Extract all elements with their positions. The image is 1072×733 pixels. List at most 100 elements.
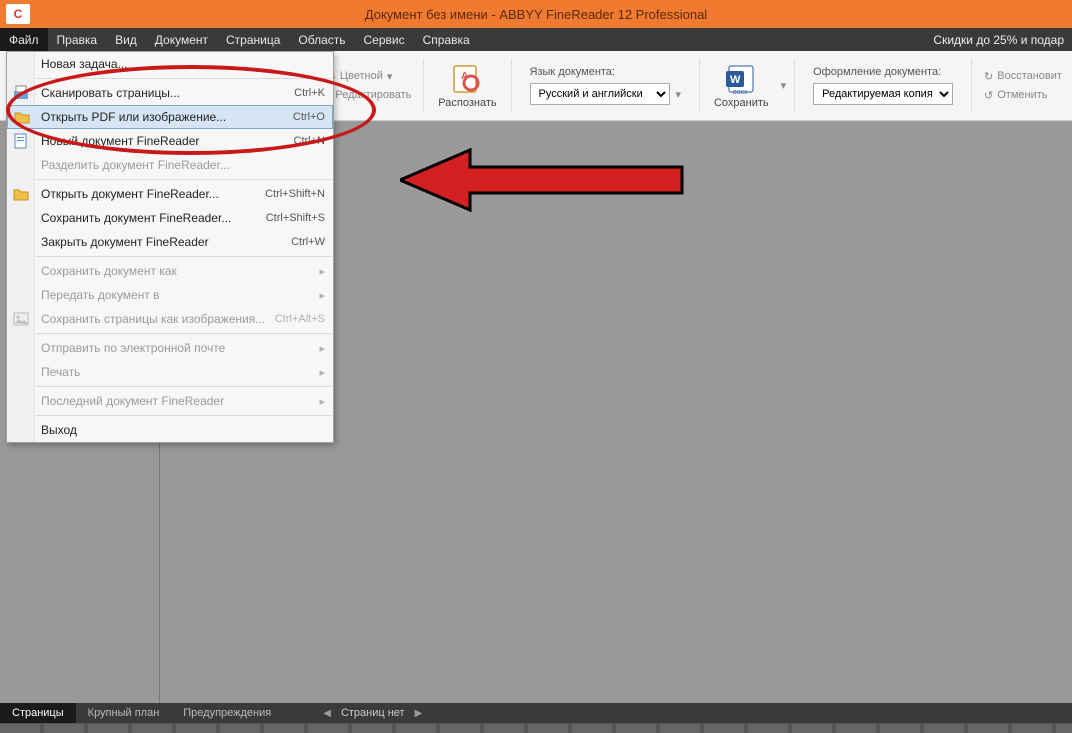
recognize-group[interactable]: A Распознать xyxy=(432,55,502,116)
svg-text:DOCX: DOCX xyxy=(733,90,748,95)
toolbar-sep-3 xyxy=(699,59,700,112)
menu-save-pages-as-images: Сохранить страницы как изображения... Ct… xyxy=(7,307,333,331)
undo-icon: ↺ xyxy=(984,89,993,102)
menu-help[interactable]: Справка xyxy=(414,28,479,51)
next-page-icon[interactable]: ▶ xyxy=(415,708,423,719)
chevron-down-icon: ▾ xyxy=(387,70,393,83)
save-chevron-icon[interactable]: ▾ xyxy=(781,79,787,92)
menu-item-label: Отправить по электронной почте xyxy=(41,341,311,355)
redo-icon: ↻ xyxy=(984,70,993,83)
language-group: Язык документа: Русский и английски ▾ xyxy=(520,55,692,116)
app-icon: C xyxy=(6,4,30,24)
menu-open-fr-document[interactable]: Открыть документ FineReader... Ctrl+Shif… xyxy=(7,182,333,206)
menu-exit[interactable]: Выход xyxy=(7,418,333,442)
menu-recent-document: Последний документ FineReader ▸ xyxy=(7,389,333,413)
menu-new-fr-document[interactable]: Новый документ FineReader Ctrl+N xyxy=(7,129,333,153)
menu-sep xyxy=(37,256,331,257)
submenu-chevron-icon: ▸ xyxy=(319,265,325,278)
menu-new-task[interactable]: Новая задача... xyxy=(7,52,333,76)
menu-save-as: Сохранить документ как ▸ xyxy=(7,259,333,283)
menu-sep xyxy=(37,386,331,387)
word-icon: WDOCX xyxy=(725,63,757,95)
menu-split-document: Разделить документ FineReader... xyxy=(7,153,333,177)
svg-text:A: A xyxy=(461,71,468,82)
status-tab-zoom[interactable]: Крупный план xyxy=(76,703,172,723)
undo-button[interactable]: ↺ Отменить xyxy=(984,89,1062,102)
menu-item-label: Закрыть документ FineReader xyxy=(41,235,283,249)
history-group: ↻ Восстановит ↺ Отменить xyxy=(980,55,1066,116)
prev-page-icon[interactable]: ◀ xyxy=(323,708,331,719)
menu-item-label: Выход xyxy=(41,423,325,437)
scanner-icon xyxy=(12,84,30,102)
menu-item-label: Новая задача... xyxy=(41,57,325,71)
menu-edit[interactable]: Правка xyxy=(48,28,107,51)
submenu-chevron-icon: ▸ xyxy=(319,289,325,302)
folder-open-icon xyxy=(13,108,31,126)
menu-item-shortcut: Ctrl+O xyxy=(293,111,325,123)
menu-file[interactable]: Файл xyxy=(0,28,48,51)
save-group[interactable]: WDOCX Сохранить xyxy=(708,55,775,116)
toolbar-sep-4 xyxy=(794,59,795,112)
recognize-label: Распознать xyxy=(438,97,496,109)
edit-mode-label: Редактировать xyxy=(335,89,411,101)
menu-save-fr-document[interactable]: Сохранить документ FineReader... Ctrl+Sh… xyxy=(7,206,333,230)
image-icon xyxy=(12,310,30,328)
menu-item-shortcut: Ctrl+Shift+N xyxy=(265,188,325,200)
window-title: Документ без имени - ABBYY FineReader 12… xyxy=(0,7,1072,22)
menu-sep xyxy=(37,78,331,79)
menu-item-shortcut: Ctrl+Alt+S xyxy=(275,313,325,325)
status-tab-warnings[interactable]: Предупреждения xyxy=(171,703,283,723)
toolbar-sep-2 xyxy=(511,59,512,112)
thumbnail-strip xyxy=(0,723,1072,733)
submenu-chevron-icon: ▸ xyxy=(319,342,325,355)
menu-sep xyxy=(37,333,331,334)
menu-item-shortcut: Ctrl+N xyxy=(294,135,325,147)
menu-item-label: Последний документ FineReader xyxy=(41,394,311,408)
restore-label: Восстановит xyxy=(997,70,1062,82)
recognize-icon: A xyxy=(451,63,483,95)
format-group: Оформление документа: Редактируемая копи… xyxy=(803,55,963,116)
menu-area[interactable]: Область xyxy=(289,28,354,51)
restore-button[interactable]: ↻ Восстановит xyxy=(984,70,1062,83)
format-label: Оформление документа: xyxy=(813,66,941,78)
statusbar: Страницы Крупный план Предупреждения ◀ С… xyxy=(0,703,1072,733)
menu-item-shortcut: Ctrl+Shift+S xyxy=(266,212,325,224)
menu-close-fr-document[interactable]: Закрыть документ FineReader Ctrl+W xyxy=(7,230,333,254)
language-label: Язык документа: xyxy=(530,66,615,78)
submenu-chevron-icon: ▸ xyxy=(319,366,325,379)
submenu-chevron-icon: ▸ xyxy=(319,395,325,408)
menu-item-label: Передать документ в xyxy=(41,288,311,302)
menu-service[interactable]: Сервис xyxy=(355,28,414,51)
language-select[interactable]: Русский и английски xyxy=(530,83,670,105)
folder-icon xyxy=(12,185,30,203)
titlebar: C Документ без имени - ABBYY FineReader … xyxy=(0,0,1072,28)
menu-open-pdf-image[interactable]: Открыть PDF или изображение... Ctrl+O xyxy=(7,105,333,129)
menu-send-to: Передать документ в ▸ xyxy=(7,283,333,307)
undo-label: Отменить xyxy=(997,89,1047,101)
menu-item-label: Открыть PDF или изображение... xyxy=(41,110,285,124)
menubar: Файл Правка Вид Документ Страница Област… xyxy=(0,28,1072,51)
format-select[interactable]: Редактируемая копия xyxy=(813,83,953,105)
menu-item-label: Разделить документ FineReader... xyxy=(41,158,325,172)
status-tabs: Страницы Крупный план Предупреждения ◀ С… xyxy=(0,703,1072,723)
menu-item-label: Сохранить документ как xyxy=(41,264,311,278)
menubar-spacer xyxy=(479,28,926,51)
page-nav: ◀ Страниц нет ▶ xyxy=(323,703,422,723)
menu-page[interactable]: Страница xyxy=(217,28,289,51)
menu-document[interactable]: Документ xyxy=(146,28,217,51)
menu-print: Печать ▸ xyxy=(7,360,333,384)
promo-text[interactable]: Скидки до 25% и подар xyxy=(925,28,1072,51)
menu-scan-pages[interactable]: Сканировать страницы... Ctrl+K xyxy=(7,81,333,105)
menu-item-label: Сканировать страницы... xyxy=(41,86,286,100)
edit-mode-item[interactable]: ✎ Редактировать xyxy=(322,89,411,102)
color-mode-item[interactable]: 🎨 Цветной ▾ xyxy=(322,70,411,83)
save-label: Сохранить xyxy=(714,97,769,109)
menu-item-label: Открыть документ FineReader... xyxy=(41,187,257,201)
menu-view[interactable]: Вид xyxy=(106,28,146,51)
toolbar-sep-5 xyxy=(971,59,972,112)
file-menu-dropdown: Новая задача... Сканировать страницы... … xyxy=(6,51,334,443)
status-tab-pages[interactable]: Страницы xyxy=(0,703,76,723)
language-more-icon[interactable]: ▾ xyxy=(676,88,682,101)
menu-item-shortcut: Ctrl+K xyxy=(294,87,325,99)
menu-item-label: Новый документ FineReader xyxy=(41,134,286,148)
